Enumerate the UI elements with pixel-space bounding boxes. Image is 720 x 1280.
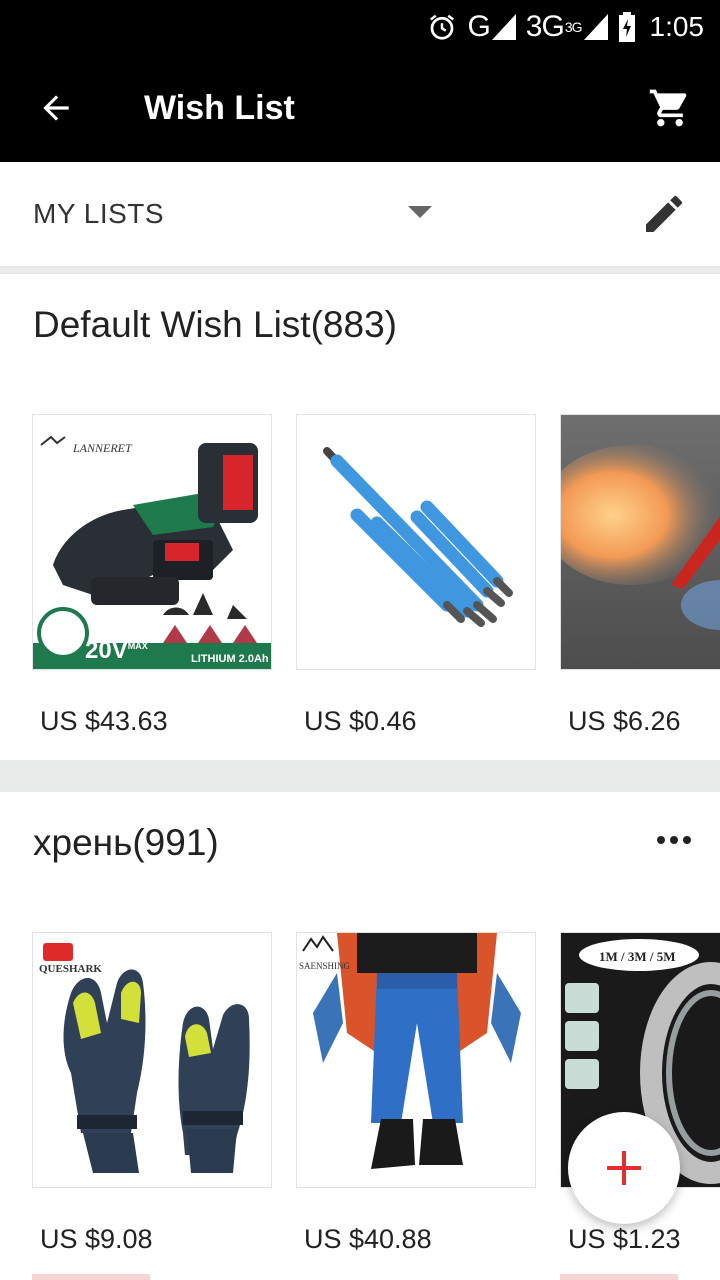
- network-3g-text: 3G: [525, 10, 565, 43]
- promo-tag: [560, 1274, 678, 1280]
- pencil-icon[interactable]: [640, 190, 688, 243]
- product-price: US $9.08: [40, 1224, 153, 1254]
- clock: 1:05: [649, 11, 705, 42]
- network-type-label: G: [467, 10, 490, 43]
- plus-icon: [607, 1151, 641, 1185]
- voltage-badge: 20VMAX: [85, 637, 148, 665]
- wish-list-title: Default Wish List(883): [33, 304, 397, 345]
- wish-list-title: хрень(991): [33, 822, 219, 863]
- list-item[interactable]: US $6.26: [560, 414, 720, 736]
- list-item[interactable]: SAENSHING US $40.88: [296, 932, 536, 1254]
- list-selector-label: MY LISTS: [33, 198, 165, 229]
- product-price: US $0.46: [304, 706, 417, 736]
- network-3g-sup: 3G: [564, 19, 583, 35]
- brand-label: LANNERET: [73, 441, 132, 455]
- status-bar: G 3G 3G 1:05: [0, 0, 720, 54]
- signal-icon: [491, 14, 516, 40]
- product-image-screwdriver-bits[interactable]: [296, 414, 536, 670]
- battery-icon: [618, 12, 636, 42]
- product-price: US $6.26: [568, 706, 681, 736]
- alarm-icon: [427, 12, 457, 42]
- list-item[interactable]: QUESHARK US $9.08: [32, 932, 272, 1254]
- network-3g-label: 3G 3G: [525, 10, 583, 44]
- app-bar: Wish List: [0, 54, 720, 162]
- signal-icon-2: [583, 14, 608, 40]
- product-image-torch[interactable]: [560, 414, 720, 670]
- add-list-button[interactable]: [568, 1112, 680, 1224]
- arrow-left-icon[interactable]: [0, 54, 112, 162]
- product-image-multitool[interactable]: LANNERET 20VMAX LITHIUM 2.0Ah: [32, 414, 272, 670]
- brand-label: QUESHARK: [39, 963, 102, 975]
- list-item[interactable]: US $0.46: [296, 414, 536, 736]
- wish-list-card-default[interactable]: Default Wish List(883) LANNERET 20VMAX L…: [0, 274, 720, 760]
- voltage-max-label: MAX: [127, 641, 148, 651]
- product-image-mittens[interactable]: QUESHARK: [32, 932, 272, 1188]
- tape-sizes-label: 1M / 3M / 5M: [599, 949, 676, 964]
- brand-label: SAENSHING: [299, 961, 351, 971]
- page-title: Wish List: [144, 88, 295, 127]
- list-selector[interactable]: MY LISTS: [0, 162, 720, 266]
- list-item[interactable]: LANNERET 20VMAX LITHIUM 2.0Ah US $43.63: [32, 414, 272, 736]
- product-price: US $1.23: [568, 1224, 681, 1254]
- more-horizontal-icon[interactable]: [650, 820, 698, 860]
- product-image-ski-pants[interactable]: SAENSHING: [296, 932, 536, 1188]
- triangle-down-icon[interactable]: [408, 206, 432, 225]
- battery-capacity-label: LITHIUM 2.0Ah: [191, 653, 269, 665]
- product-price: US $40.88: [304, 1224, 432, 1254]
- voltage-label: 20V: [85, 637, 128, 664]
- cart-icon[interactable]: [620, 54, 720, 162]
- promo-tag: [32, 1274, 150, 1280]
- product-price: US $43.63: [40, 706, 168, 736]
